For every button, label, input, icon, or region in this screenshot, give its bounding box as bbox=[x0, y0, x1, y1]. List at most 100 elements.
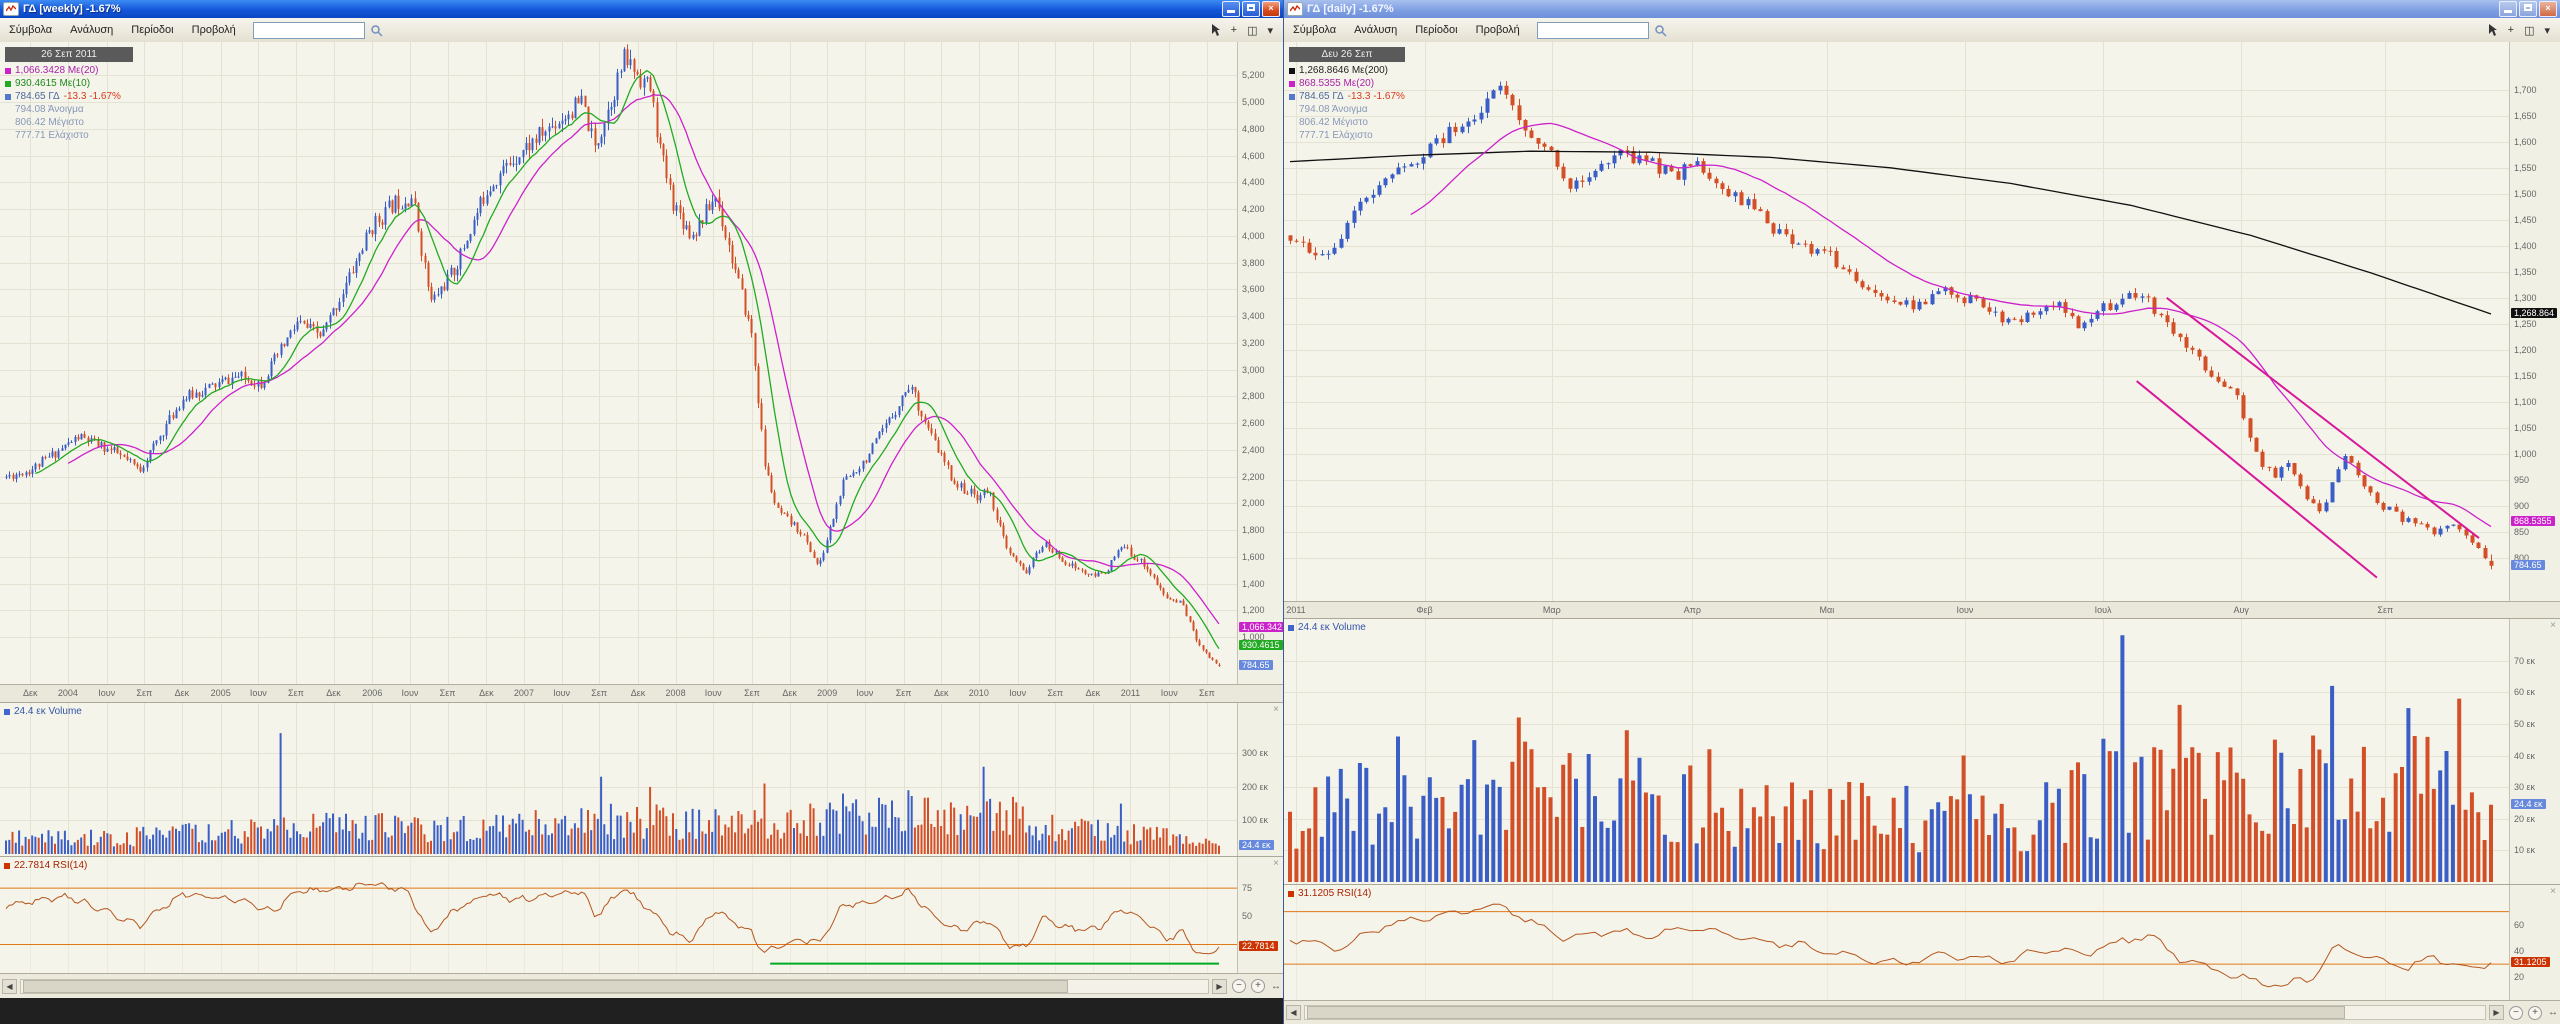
scrollbar-thumb[interactable] bbox=[1307, 1006, 2345, 1019]
minimize-button[interactable] bbox=[2499, 1, 2517, 17]
legend-row: 794.08 Άνοιγμα bbox=[1289, 103, 1405, 116]
price-tick-label: 1,050 bbox=[2514, 423, 2537, 433]
price-tick-label: 1,350 bbox=[2514, 267, 2537, 277]
time-tick-label: Ιουν bbox=[1956, 605, 1973, 615]
legend-bullet bbox=[1289, 81, 1295, 87]
add-tool-icon[interactable]: + bbox=[1231, 24, 1237, 36]
menu-symbols[interactable]: Σύμβολα bbox=[0, 21, 61, 39]
fit-width-button[interactable]: ↔ bbox=[2548, 1007, 2558, 1018]
rsi-tick-label: 20 bbox=[2514, 972, 2524, 982]
dropdown-tool-icon[interactable]: ▾ bbox=[1267, 24, 1273, 37]
add-tool-icon[interactable]: + bbox=[2508, 24, 2514, 36]
rsi-value-box: 22.7814 bbox=[1239, 941, 1278, 951]
menu-analysis[interactable]: Ανάλυση bbox=[61, 21, 122, 39]
zoom-out-button[interactable]: − bbox=[2509, 1006, 2523, 1020]
horizontal-scrollbar[interactable] bbox=[1304, 1005, 2486, 1020]
scrollbar-thumb[interactable] bbox=[23, 980, 1068, 993]
menubar: Σύμβολα Ανάλυση Περίοδοι Προβολή + ◫ ▾ bbox=[1284, 18, 2560, 43]
price-tick-label: 3,600 bbox=[1242, 284, 1265, 294]
scroll-left-button[interactable]: ◀ bbox=[1286, 1005, 1301, 1020]
legend-bullet bbox=[5, 81, 11, 87]
menu-view[interactable]: Προβολή bbox=[1467, 21, 1529, 39]
price-axis: 1,0001,2001,4001,6001,8002,0002,2002,400… bbox=[1237, 42, 1283, 684]
time-tick-label: Δεκ bbox=[782, 688, 797, 698]
zoom-out-button[interactable]: − bbox=[1232, 979, 1246, 993]
minimize-button[interactable] bbox=[1222, 1, 1240, 17]
rsi-plot[interactable] bbox=[1284, 885, 2509, 1000]
panels-tool-icon[interactable]: ◫ bbox=[2524, 24, 2534, 37]
price-tick-label: 850 bbox=[2514, 527, 2529, 537]
window-titlebar[interactable]: ΓΔ [daily] -1.67% × bbox=[1284, 0, 2560, 18]
chart-window-weekly: ΓΔ [weekly] -1.67% × Σύμβολα Ανάλυση Περ… bbox=[0, 0, 1283, 998]
time-tick-label: Δεκ bbox=[631, 688, 646, 698]
pointer-tool-icon[interactable] bbox=[2488, 24, 2498, 36]
chart-legend: 26 Σεπ 20111,066.3428 Με(20)930.4615 Με(… bbox=[5, 47, 133, 142]
scroll-right-button[interactable]: ▶ bbox=[1212, 979, 1227, 994]
window-title: ΓΔ [weekly] -1.67% bbox=[23, 3, 1218, 15]
legend-text: 784.65 ΓΔ bbox=[15, 90, 60, 103]
time-tick-label: Ιουλ bbox=[2095, 605, 2112, 615]
menu-periods[interactable]: Περίοδοι bbox=[122, 21, 182, 39]
volume-axis: 10 εκ20 εκ30 εκ40 εκ50 εκ60 εκ70 εκ24.4 … bbox=[2509, 619, 2560, 884]
menu-periods[interactable]: Περίοδοι bbox=[1406, 21, 1466, 39]
time-axis[interactable]: Δεκ2004ΙουνΣεπΔεκ2005ΙουνΣεπΔεκ2006ΙουνΣ… bbox=[0, 684, 1283, 702]
search-icon[interactable] bbox=[1654, 24, 1667, 37]
window-titlebar[interactable]: ΓΔ [weekly] -1.67% × bbox=[0, 0, 1283, 18]
chart-app-icon bbox=[1287, 2, 1303, 16]
symbol-search-input[interactable] bbox=[1537, 22, 1649, 39]
scroll-left-button[interactable]: ◀ bbox=[2, 979, 17, 994]
legend-row: 777.71 Ελάχιστο bbox=[5, 129, 133, 142]
rsi-tick-label: 60 bbox=[2514, 920, 2524, 930]
panels-tool-icon[interactable]: ◫ bbox=[1247, 24, 1257, 37]
volume-plot[interactable] bbox=[0, 703, 1237, 856]
legend-row: 930.4615 Με(10) bbox=[5, 77, 133, 90]
zoom-in-button[interactable]: + bbox=[2528, 1006, 2542, 1020]
horizontal-scrollbar[interactable] bbox=[20, 979, 1209, 994]
fit-width-button[interactable]: ↔ bbox=[1271, 981, 1281, 992]
rsi-close-icon[interactable]: × bbox=[1273, 859, 1279, 869]
maximize-button[interactable] bbox=[2519, 1, 2537, 17]
close-button[interactable]: × bbox=[2539, 1, 2557, 17]
trend-line[interactable] bbox=[2167, 298, 2479, 538]
search-icon[interactable] bbox=[370, 24, 383, 37]
maximize-button[interactable] bbox=[1242, 1, 1260, 17]
price-plot[interactable] bbox=[0, 42, 1237, 684]
legend-row: 806.42 Μέγιστο bbox=[5, 116, 133, 129]
price-tick-label: 4,600 bbox=[1242, 151, 1265, 161]
rsi-close-icon[interactable]: × bbox=[2550, 887, 2556, 897]
price-tick-label: 4,200 bbox=[1242, 204, 1265, 214]
rsi-tick-label: 40 bbox=[2514, 946, 2524, 956]
legend-text: 806.42 Μέγιστο bbox=[1299, 116, 1368, 129]
volume-plot[interactable] bbox=[1284, 619, 2509, 884]
time-tick-label: Δεκ bbox=[326, 688, 341, 698]
scroll-right-button[interactable]: ▶ bbox=[2489, 1005, 2504, 1020]
menu-symbols[interactable]: Σύμβολα bbox=[1284, 21, 1345, 39]
time-tick-label: Δεκ bbox=[479, 688, 494, 698]
price-tick-label: 1,400 bbox=[1242, 579, 1265, 589]
rsi-axis: 20406031.1205× bbox=[2509, 885, 2560, 1000]
price-panel: 8008509009501,0001,0501,1001,1501,2001,2… bbox=[1284, 42, 2560, 601]
zoom-in-button[interactable]: + bbox=[1251, 979, 1265, 993]
time-axis[interactable]: 2011ΦεβΜαρΑπρΜαιΙουνΙουλΑυγΣεπ bbox=[1284, 601, 2560, 618]
trend-line[interactable] bbox=[2137, 381, 2377, 578]
pointer-tool-icon[interactable] bbox=[1211, 24, 1221, 36]
price-tick-label: 2,600 bbox=[1242, 418, 1265, 428]
price-tick-label: 1,200 bbox=[1242, 605, 1265, 615]
price-plot[interactable] bbox=[1284, 42, 2509, 601]
menu-analysis[interactable]: Ανάλυση bbox=[1345, 21, 1406, 39]
volume-close-icon[interactable]: × bbox=[1273, 705, 1279, 715]
symbol-search-input[interactable] bbox=[253, 22, 365, 39]
close-button[interactable]: × bbox=[1262, 1, 1280, 17]
chart-window-daily: ΓΔ [daily] -1.67% × Σύμβολα Ανάλυση Περί… bbox=[1283, 0, 2560, 1024]
rsi-panel: 31.1205 RSI(14)20406031.1205× bbox=[1284, 884, 2560, 1000]
price-tick-label: 1,300 bbox=[2514, 293, 2537, 303]
legend-text: -13.3 -1.67% bbox=[1348, 90, 1405, 103]
dropdown-tool-icon[interactable]: ▾ bbox=[2544, 24, 2550, 37]
time-tick-label: 2004 bbox=[58, 688, 78, 698]
price-tick-label: 2,000 bbox=[1242, 498, 1265, 508]
menu-view[interactable]: Προβολή bbox=[183, 21, 245, 39]
volume-close-icon[interactable]: × bbox=[2550, 621, 2556, 631]
rsi-bullet bbox=[4, 863, 10, 869]
volume-panel: 24.4 εκ Volume100 εκ200 εκ300 εκ24.4 εκ× bbox=[0, 702, 1283, 856]
rsi-plot[interactable] bbox=[0, 857, 1237, 974]
